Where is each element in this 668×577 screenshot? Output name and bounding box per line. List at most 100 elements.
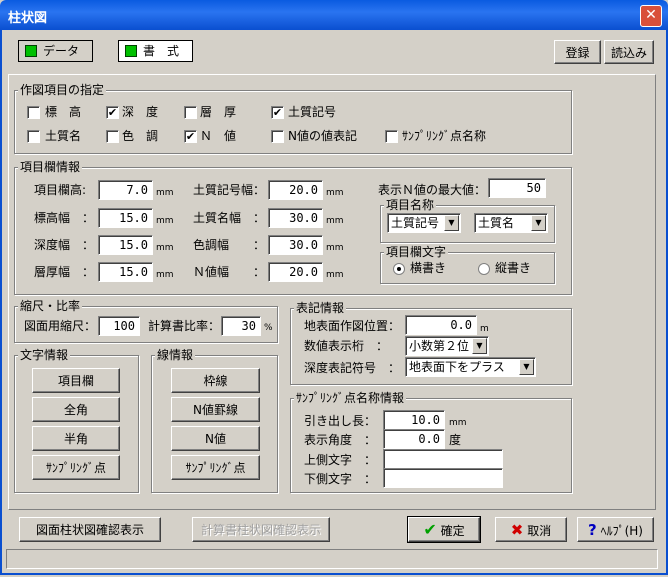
item-text-label: 項目欄文字 — [384, 245, 449, 259]
lead-length-label: 引き出し長： — [304, 414, 377, 428]
depth-width-label: 深度幅 ： — [34, 238, 95, 252]
radio-horizontal[interactable] — [393, 263, 405, 275]
line-sampling-button[interactable]: ｻﾝﾌﾟﾘﾝｸﾞ点 — [171, 455, 260, 480]
display-angle-input[interactable]: 0.0 — [383, 429, 445, 449]
n-value-width-input[interactable]: 20.0 — [268, 262, 323, 282]
calc-ratio-input[interactable]: 30 — [221, 316, 261, 336]
status-indicator-icon — [125, 45, 137, 57]
lower-text-input[interactable] — [383, 468, 503, 488]
chevron-down-icon[interactable]: ▼ — [519, 359, 534, 375]
checkbox-sampling-name[interactable] — [385, 130, 398, 143]
status-bar — [6, 549, 658, 569]
cross-icon: ✖ — [510, 521, 524, 539]
line-n-value-button[interactable]: N値 — [171, 426, 260, 451]
checkmark-icon: ✔ — [423, 520, 437, 539]
item-name-left-select[interactable]: 土質記号 ▼ — [387, 213, 461, 233]
calc-ratio-unit: % — [264, 323, 273, 333]
radio-vertical-label: 縦書き — [495, 261, 532, 275]
tab-data-label: データ — [43, 44, 80, 58]
text-fullwidth-button[interactable]: 全角 — [32, 397, 120, 422]
status-indicator-icon — [25, 45, 37, 57]
line-n-grid-button[interactable]: N値罫線 — [171, 397, 260, 422]
color-width-label: 色調幅 ： — [193, 238, 266, 252]
help-button[interactable]: ? ﾍﾙﾌﾟ(H) — [577, 517, 654, 542]
ok-button[interactable]: ✔ 確定 — [407, 516, 481, 543]
load-button[interactable]: 読込み — [604, 40, 654, 64]
text-column-button[interactable]: 項目欄 — [32, 368, 120, 393]
depth-sign-select[interactable]: 地表面下をプラス ▼ — [405, 357, 536, 377]
confirm-drawing-button[interactable]: 図面柱状図確認表示 — [19, 517, 161, 542]
text-halfwidth-button[interactable]: 半角 — [32, 426, 120, 451]
checkbox-depth[interactable]: ✔ — [106, 106, 119, 119]
ok-button-label: 確定 — [440, 524, 465, 538]
display-angle-unit: 度 — [449, 433, 462, 447]
close-button[interactable]: ✕ — [640, 5, 662, 27]
title-bar — [0, 0, 668, 30]
tab-data[interactable]: データ — [18, 40, 93, 62]
line-frame-button[interactable]: 枠線 — [171, 368, 260, 393]
checkbox-thickness[interactable] — [184, 106, 197, 119]
checkbox-soil-symbol[interactable]: ✔ — [271, 106, 284, 119]
digits-label: 数値表示桁 ： — [304, 339, 389, 353]
register-button[interactable]: 登録 — [554, 40, 601, 64]
max-n-input[interactable]: 50 — [488, 178, 546, 198]
soil-name-width-input[interactable]: 30.0 — [268, 208, 323, 228]
chevron-down-icon[interactable]: ▼ — [531, 215, 546, 231]
text-sampling-button[interactable]: ｻﾝﾌﾟﾘﾝｸﾞ点 — [32, 455, 120, 480]
surface-position-label: 地表面作図位置： — [304, 319, 401, 333]
n-value-width-label: Ｎ値幅 ： — [193, 265, 266, 279]
elevation-width-unit: mm — [156, 216, 174, 226]
cancel-button-label: 取消 — [527, 524, 552, 538]
radio-vertical[interactable] — [478, 263, 490, 275]
confirm-calc-button[interactable]: 計算書柱状図確認表示 — [192, 517, 330, 542]
checkbox-n-value[interactable]: ✔ — [184, 130, 197, 143]
cancel-button[interactable]: ✖ 取消 — [495, 517, 567, 542]
column-height-input[interactable]: 7.0 — [98, 180, 153, 200]
drawing-scale-input[interactable]: 100 — [98, 316, 140, 336]
scale-label: 縮尺・比率 — [18, 299, 83, 313]
column-height-label: 項目欄高: — [34, 183, 87, 197]
upper-text-input[interactable] — [383, 449, 503, 469]
surface-position-input[interactable]: 0.0 — [405, 315, 477, 335]
elevation-width-input[interactable]: 15.0 — [98, 208, 153, 228]
checkbox-elevation[interactable] — [27, 106, 40, 119]
digits-select[interactable]: 小数第２位 ▼ — [405, 336, 489, 356]
checkbox-soil-symbol-label: 土質記号 — [288, 105, 337, 119]
checkbox-elevation-label: 標 高 — [45, 105, 82, 119]
line-info-label: 線情報 — [155, 348, 196, 362]
tab-style-label: 書 式 — [143, 44, 180, 58]
item-name-right-select[interactable]: 土質名 ▼ — [474, 213, 548, 233]
depth-width-input[interactable]: 15.0 — [98, 235, 153, 255]
window-title: 柱状図 — [8, 11, 48, 26]
help-icon: ? — [588, 521, 597, 539]
checkbox-n-value-notation-label: N値の値表記 — [288, 129, 357, 143]
checkbox-thickness-label: 層 厚 — [200, 105, 237, 119]
thickness-width-label: 層厚幅 ： — [34, 265, 95, 279]
checkbox-color-label: 色 調 — [122, 129, 159, 143]
plot-items-label: 作図項目の指定 — [18, 83, 107, 97]
item-name-left-value: 土質記号 — [391, 216, 440, 230]
plot-items-group — [14, 90, 572, 154]
thickness-width-unit: mm — [156, 270, 174, 280]
display-angle-label: 表示角度 ： — [304, 433, 377, 447]
soil-symbol-width-input[interactable]: 20.0 — [268, 180, 323, 200]
sampling-label: ｻﾝﾌﾟﾘﾝｸﾞ点名称情報 — [294, 391, 407, 405]
tab-style[interactable]: 書 式 — [118, 40, 193, 62]
column-height-unit: mm — [156, 188, 174, 198]
thickness-width-input[interactable]: 15.0 — [98, 262, 153, 282]
color-width-unit: mm — [326, 243, 344, 253]
radio-horizontal-label: 横書き — [410, 261, 447, 275]
checkbox-color[interactable] — [106, 130, 119, 143]
n-value-width-unit: mm — [326, 270, 344, 280]
chevron-down-icon[interactable]: ▼ — [444, 215, 459, 231]
checkbox-n-value-label: Ｎ 値 — [200, 129, 237, 143]
checkbox-soil-name-label: 土質名 — [45, 129, 82, 143]
checkbox-n-value-notation[interactable] — [271, 130, 284, 143]
lead-length-input[interactable]: 10.0 — [383, 410, 445, 430]
color-width-input[interactable]: 30.0 — [268, 235, 323, 255]
item-name-label: 項目名称 — [384, 198, 437, 212]
checkbox-soil-name[interactable] — [27, 130, 40, 143]
soil-name-width-label: 土質名幅 ： — [193, 211, 266, 225]
soil-symbol-width-label: 土質記号幅： — [193, 183, 266, 197]
chevron-down-icon[interactable]: ▼ — [472, 338, 487, 354]
